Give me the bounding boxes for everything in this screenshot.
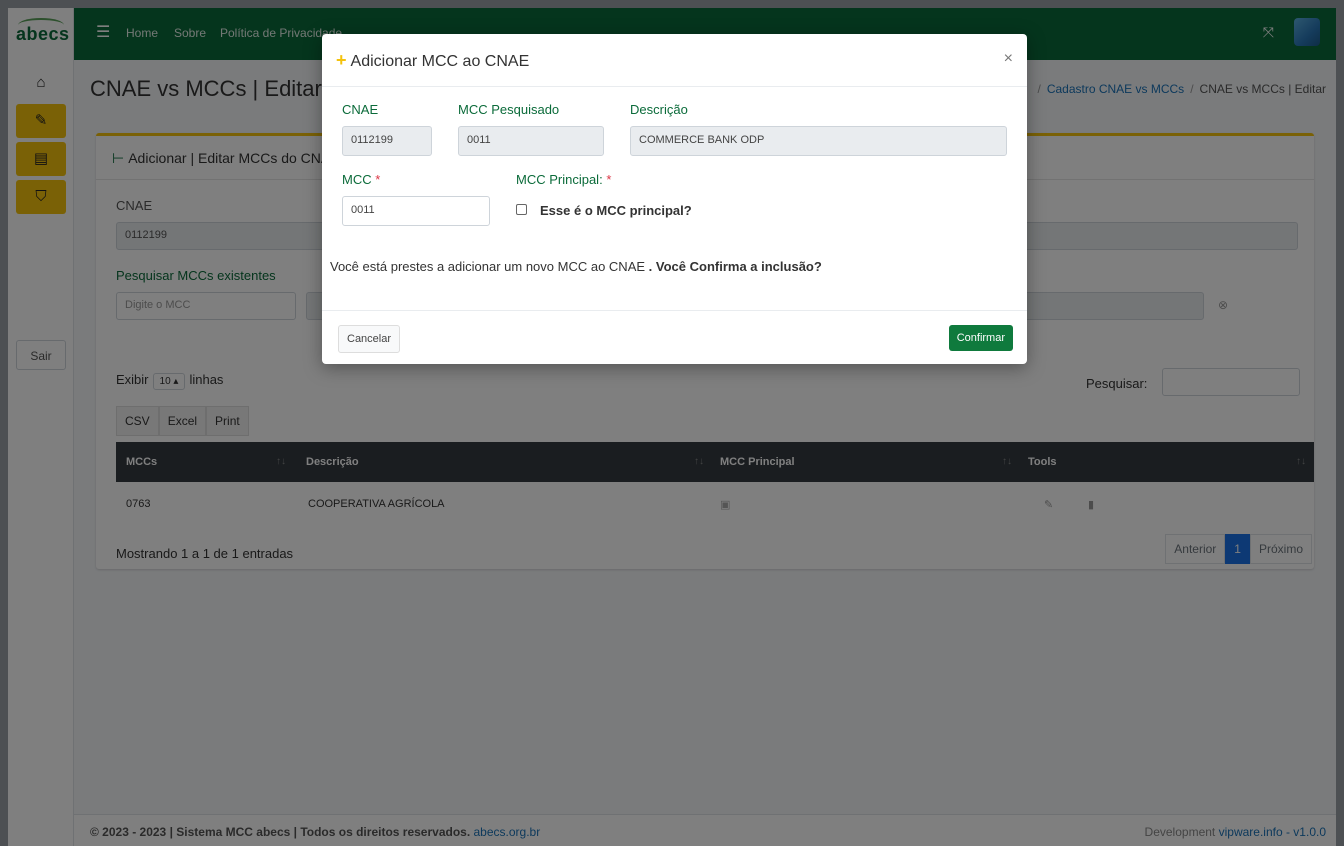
modal-title: + Adicionar MCC ao CNAE [336,50,530,70]
plus-icon: + [336,50,347,70]
confirm-button[interactable]: Confirmar [948,325,1013,351]
modal-mcc-principal-label: MCC Principal: * [516,172,612,187]
modal-mcc-label: MCC * [342,172,381,187]
mcc-input[interactable]: 0011 [342,196,490,226]
modal-cnae-label: CNAE [342,102,379,117]
cancel-button[interactable]: Cancelar [338,325,401,353]
mcc-principal-checkbox-label[interactable]: Esse é o MCC principal? [540,203,692,218]
modal-cnae-field: 0112199 [342,126,432,156]
add-mcc-modal: + Adicionar MCC ao CNAE × CNAE 0112199 MC… [322,34,1027,364]
modal-descricao-field: COMMERCE BANK ODP [630,126,1007,156]
close-icon[interactable]: × [1004,50,1013,68]
modal-descricao-label: Descrição [630,102,688,117]
mcc-principal-checkbox[interactable] [516,204,527,215]
modal-footer: Cancelar Confirmar [322,310,1027,364]
confirm-message: Você está prestes a adicionar um novo MC… [330,259,822,274]
modal-mcc-pesq-field: 0011 [458,126,604,156]
modal-header: + Adicionar MCC ao CNAE × [322,34,1027,87]
modal-mcc-pesq-label: MCC Pesquisado [458,102,560,117]
